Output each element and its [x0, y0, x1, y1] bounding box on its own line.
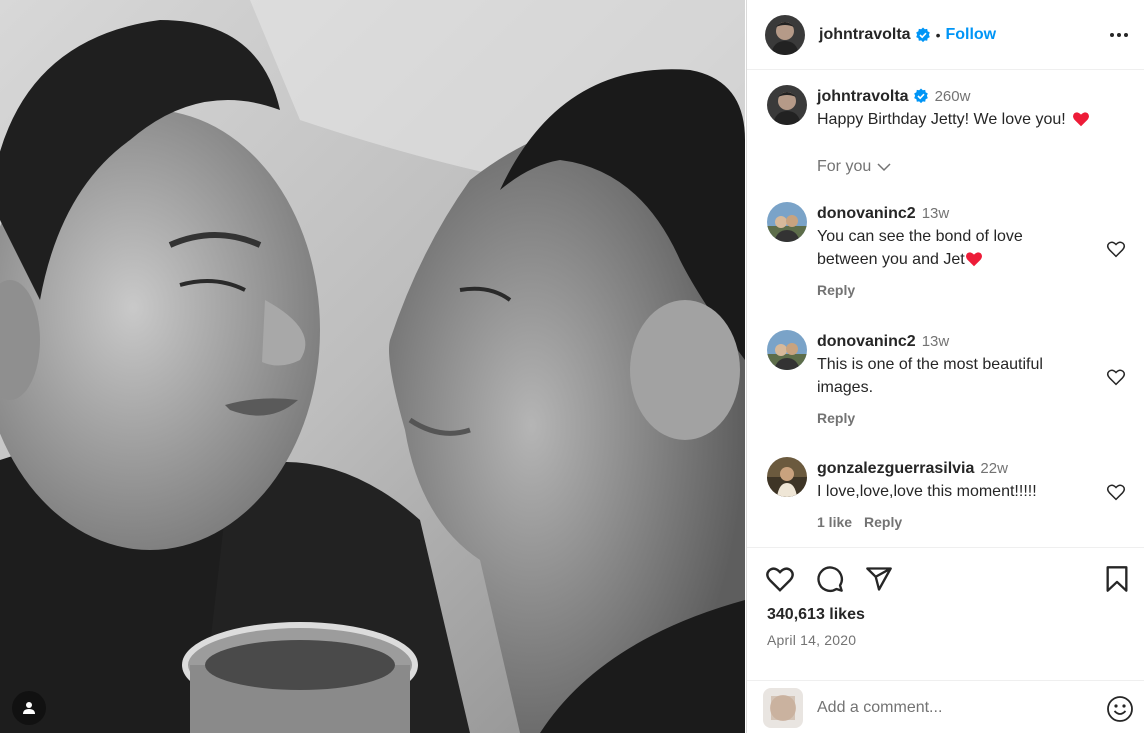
comment-text-cont: images. — [817, 379, 874, 396]
comment-timestamp[interactable]: 13w — [922, 205, 950, 222]
comment-header: donovaninc2 13w — [817, 330, 1126, 353]
chevron-down-icon — [877, 163, 891, 172]
verified-icon — [915, 27, 930, 42]
author-username[interactable]: johntravolta — [819, 26, 911, 44]
caption-timestamp[interactable]: 260w — [935, 88, 971, 105]
action-icons — [765, 565, 1130, 593]
caption-row: johntravolta 260w Happy Birthday Jetty! W… — [767, 85, 1126, 131]
caption-text-line: Happy Birthday Jetty! We love you! — [817, 108, 1126, 131]
photo-image — [0, 0, 745, 733]
share-icon[interactable] — [865, 565, 893, 593]
post-photo[interactable] — [0, 0, 745, 733]
comment-icon[interactable] — [816, 565, 844, 593]
caption-header: johntravolta 260w — [817, 85, 1126, 108]
commenter-avatar[interactable] — [767, 330, 807, 370]
caption-avatar[interactable] — [767, 85, 807, 125]
author-avatar[interactable] — [765, 14, 805, 55]
comments-list[interactable]: johntravolta 260w Happy Birthday Jetty! W… — [747, 70, 1144, 547]
comment-timestamp[interactable]: 22w — [980, 460, 1008, 477]
post-actions: 340,613 likes April 14, 2020 — [747, 547, 1144, 733]
caption-text: Happy Birthday Jetty! We love you! — [817, 111, 1066, 128]
follow-button[interactable]: Follow — [945, 26, 996, 44]
for-you-label: For you — [817, 158, 872, 175]
comment-likes-count[interactable]: 1 like — [817, 514, 852, 530]
verified-icon — [913, 88, 928, 104]
header-separator: • — [935, 26, 941, 43]
comment-text: This is one of the most beautiful — [817, 356, 1043, 373]
comment-username[interactable]: donovaninc2 — [817, 333, 916, 350]
comment-text-cont: between you and Jet — [817, 251, 965, 268]
post-date[interactable]: April 14, 2020 — [767, 632, 856, 648]
comment-row: donovaninc2 13w This is one of the most b… — [767, 330, 1126, 430]
commenter-avatar[interactable] — [767, 202, 807, 242]
bookmark-icon[interactable] — [1104, 565, 1130, 593]
more-icon[interactable] — [1108, 24, 1130, 46]
comment-composer — [747, 680, 1144, 733]
comment-text: I love,love,love this moment!!!!! — [817, 483, 1037, 500]
comment-input[interactable] — [817, 698, 1077, 717]
current-user-avatar — [763, 687, 803, 728]
comment-header: gonzalezguerrasilvia 22w — [817, 457, 1126, 480]
comment-header: donovaninc2 13w — [817, 202, 1126, 225]
comment-row: gonzalezguerrasilvia 22w I love,love,love… — [767, 457, 1126, 534]
comment-text-line2: between you and Jet — [817, 248, 1126, 271]
heart-icon[interactable] — [765, 565, 795, 593]
post-header: johntravolta • Follow — [747, 0, 1144, 70]
emoji-icon[interactable] — [1106, 695, 1134, 723]
likes-count[interactable]: 340,613 likes — [767, 606, 865, 624]
comment-row: donovaninc2 13w You can see the bond of l… — [767, 202, 1126, 302]
caption-username[interactable]: johntravolta — [817, 88, 909, 105]
for-you-filter[interactable]: For you — [817, 158, 891, 176]
red-heart-emoji — [965, 252, 982, 267]
reply-button[interactable]: Reply — [817, 410, 855, 426]
comment-username[interactable]: gonzalezguerrasilvia — [817, 460, 974, 477]
user-tag-button[interactable] — [12, 691, 46, 725]
comment-username[interactable]: donovaninc2 — [817, 205, 916, 222]
commenter-avatar[interactable] — [767, 457, 807, 497]
reply-button[interactable]: Reply — [864, 514, 902, 530]
post-sidebar: johntravolta • Follow johntravolta 260w H… — [746, 0, 1144, 733]
comment-like-icon[interactable] — [1106, 483, 1126, 501]
comment-like-icon[interactable] — [1106, 240, 1126, 258]
comment-timestamp[interactable]: 13w — [922, 333, 950, 350]
comment-like-icon[interactable] — [1106, 368, 1126, 386]
comment-text: You can see the bond of love — [817, 228, 1023, 245]
reply-button[interactable]: Reply — [817, 282, 855, 298]
header-author: johntravolta • Follow — [819, 26, 996, 44]
user-tag-icon — [23, 702, 35, 714]
red-heart-emoji — [1073, 112, 1090, 127]
